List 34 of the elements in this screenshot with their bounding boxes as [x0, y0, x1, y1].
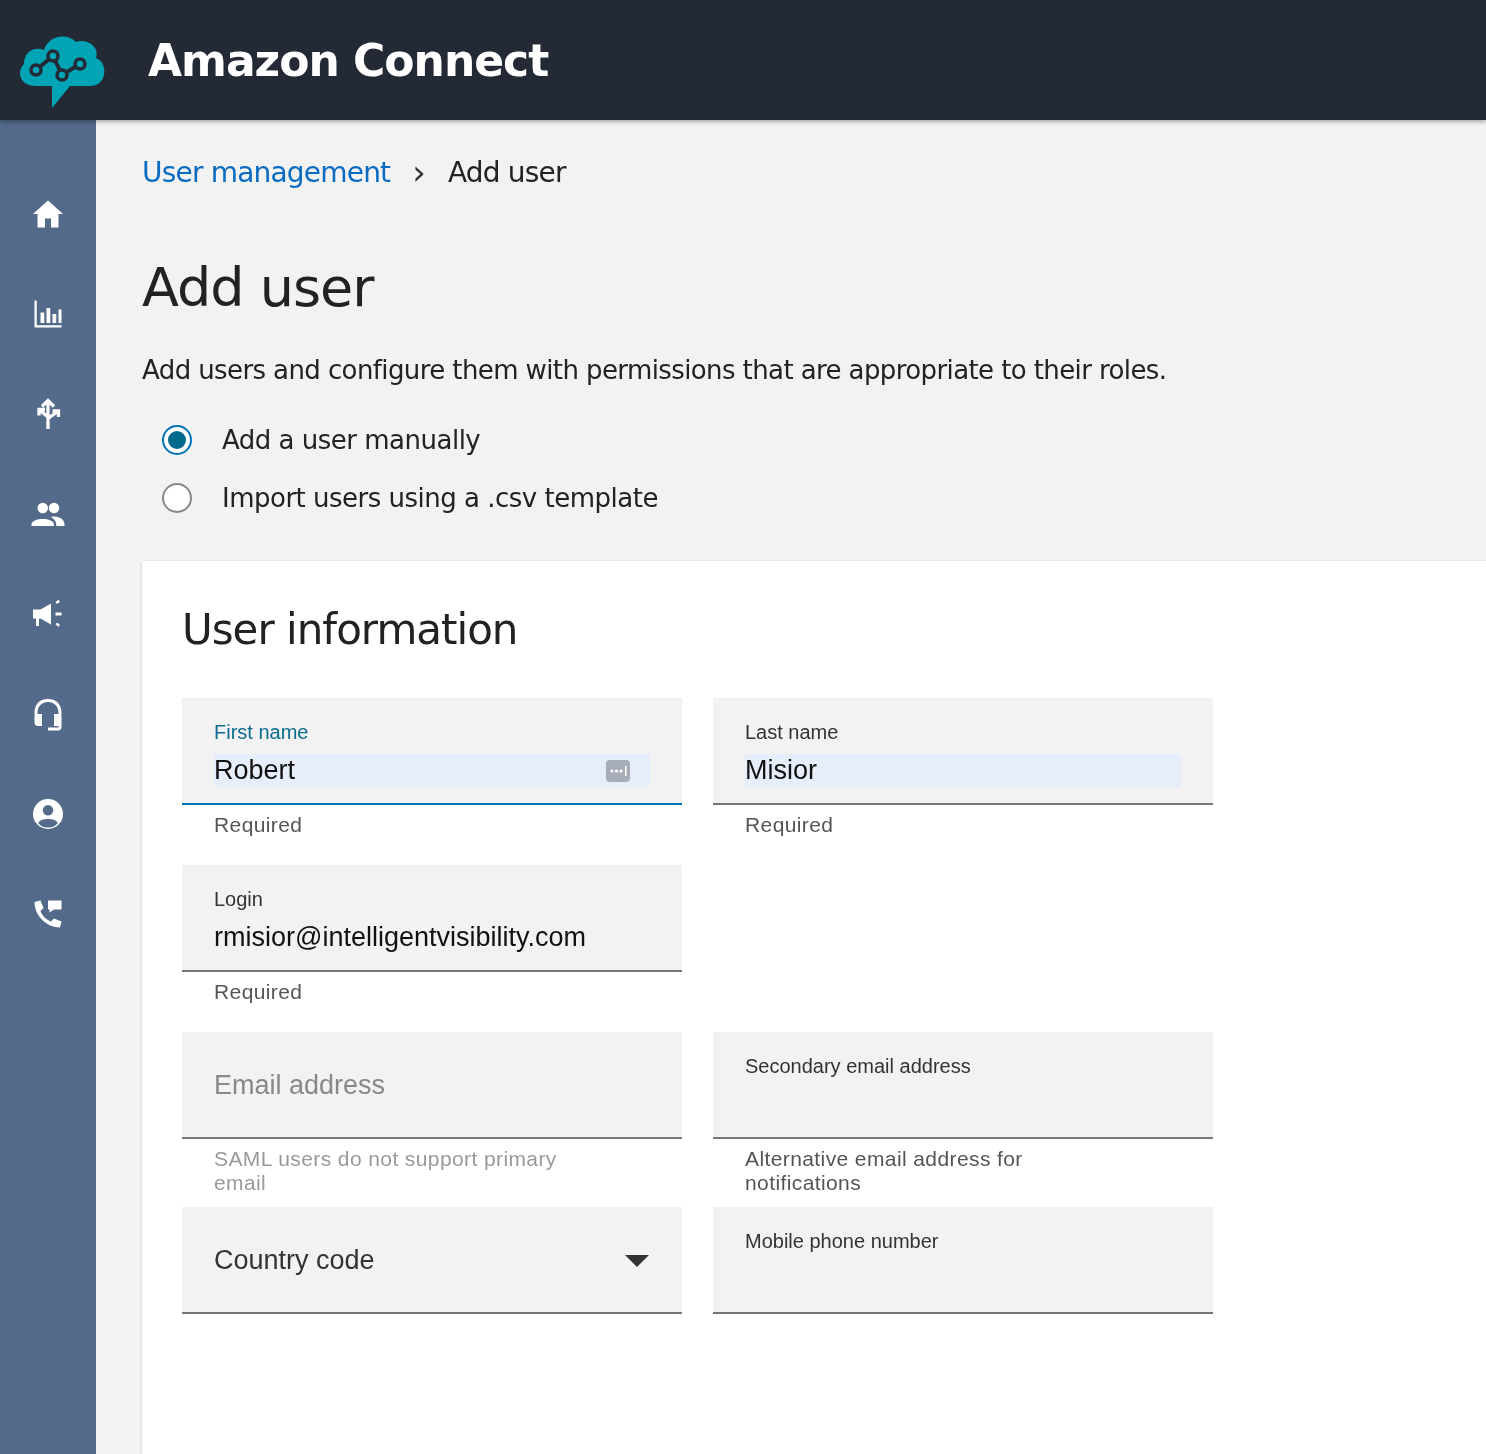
input-field[interactable]: Mobile phone number	[713, 1207, 1213, 1315]
field-label: Secondary email address	[745, 1054, 972, 1079]
app-title: Amazon Connect	[148, 34, 549, 86]
helper-text: Required	[744, 812, 835, 838]
field-placeholder: Email address	[214, 1070, 386, 1101]
radio-label[interactable]: Add a user manually	[222, 425, 481, 455]
card-title: User information	[182, 605, 519, 654]
breadcrumb-current: Add user	[447, 155, 566, 189]
field-label: Login	[214, 887, 264, 912]
input-field[interactable]: Country code	[182, 1207, 682, 1315]
helper-text: Required	[213, 812, 304, 838]
account-icon[interactable]	[30, 796, 66, 832]
radio-button[interactable]	[162, 425, 192, 455]
field-value: rmisior@intelligentvisibility.com	[214, 922, 586, 953]
radio-button[interactable]	[162, 483, 192, 513]
breadcrumb-separator: ›	[412, 152, 426, 192]
field-label: Last name	[745, 720, 840, 745]
helper-text: Required	[213, 979, 304, 1005]
radio-label[interactable]: Import users using a .csv template	[222, 483, 658, 513]
field-label: First name	[214, 720, 310, 745]
select-placeholder: Country code	[214, 1245, 375, 1277]
page-description: Add users and configure them with permissions that are appropriate to their roles.	[142, 355, 1168, 385]
field-value: Robert	[214, 755, 296, 786]
field-value: Misior	[745, 755, 817, 786]
caret-icon[interactable]	[625, 1255, 649, 1268]
input-field[interactable]: First name Robert	[182, 698, 682, 805]
helper-text: SAML users do not support primary email	[213, 1146, 558, 1197]
input-field[interactable]: Login rmisior@intelligentvisibility.com	[182, 865, 682, 972]
input-field[interactable]: Last name Misior	[713, 698, 1213, 805]
field-label: Mobile phone number	[745, 1229, 940, 1255]
page-title: Add user	[142, 256, 376, 319]
helper-text: Alternative email address for notifications	[744, 1146, 1024, 1197]
breadcrumb-link[interactable]: User management	[142, 155, 391, 189]
input-field[interactable]: Secondary email address	[713, 1032, 1213, 1139]
